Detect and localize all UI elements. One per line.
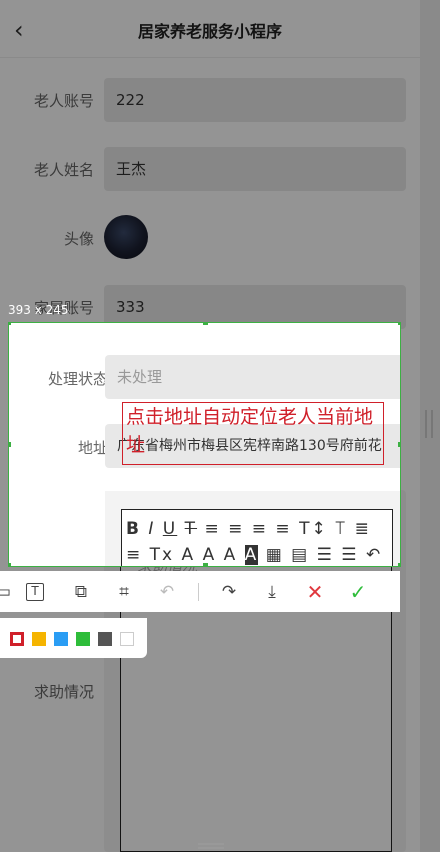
resize-handle[interactable] <box>203 323 208 325</box>
resize-handle[interactable] <box>9 563 11 566</box>
avatar[interactable] <box>104 215 148 259</box>
ocr-tool-icon[interactable]: ⌗ <box>113 581 135 603</box>
share-icon[interactable]: ↷ <box>218 581 240 603</box>
confirm-icon[interactable]: ✓ <box>347 581 369 603</box>
undo-icon[interactable]: ↶ <box>366 545 382 565</box>
resize-handle[interactable] <box>398 323 400 325</box>
bottom-drag-handle[interactable] <box>198 843 224 849</box>
align-center-icon[interactable]: ≡ <box>228 519 244 539</box>
status-field[interactable]: 未处理 <box>105 355 400 399</box>
color-swatch-red[interactable] <box>10 632 24 646</box>
nav-bar: ‹ 居家养老服务小程序 <box>0 0 420 58</box>
italic-icon[interactable]: I <box>148 519 155 539</box>
align-right-icon[interactable]: ≡ <box>252 519 268 539</box>
elder-account-label: 老人账号 <box>33 92 94 110</box>
color-swatch-green[interactable] <box>76 632 90 646</box>
undo-icon[interactable]: ↶ <box>156 581 178 603</box>
download-icon[interactable]: ⤓ <box>261 581 283 603</box>
font-color-icon[interactable]: A <box>224 545 238 565</box>
strikethrough-icon[interactable]: T <box>185 519 197 539</box>
color-swatch-blue[interactable] <box>54 632 68 646</box>
rectangle-tool-icon[interactable]: ▭ <box>0 581 14 603</box>
resize-handle[interactable] <box>203 563 208 566</box>
background-color-icon[interactable]: A <box>244 545 259 565</box>
status-label: 处理状态 <box>47 370 108 388</box>
help-label: 求助情况 <box>33 683 94 701</box>
mosaic-tool-icon[interactable]: ⧉ <box>70 581 92 603</box>
paragraph-spacing-icon[interactable]: ≣ <box>355 519 371 539</box>
cancel-icon[interactable]: ✕ <box>304 581 326 603</box>
font-size-icon[interactable]: T↕ <box>299 519 328 539</box>
address-label: 地址 <box>77 439 108 457</box>
capture-size-label: 393 x 245 <box>8 303 69 317</box>
indent-icon[interactable]: ≡ <box>126 545 142 565</box>
font-family-icon[interactable]: A <box>182 545 196 565</box>
ordered-list-icon[interactable]: ☰ <box>317 545 334 565</box>
elder-name-label: 老人姓名 <box>33 161 94 179</box>
elder-account-field[interactable]: 222 <box>104 78 406 122</box>
color-palette <box>0 618 147 658</box>
capture-toolbar: ▭ T ⧉ ⌗ ↶ ↷ ⤓ ✕ ✓ <box>0 571 400 612</box>
clear-format-icon[interactable]: Tx <box>150 545 174 565</box>
avatar-label: 头像 <box>63 230 94 248</box>
resize-handle[interactable] <box>398 563 400 566</box>
color-swatch-gray[interactable] <box>98 632 112 646</box>
text-tool-icon[interactable]: T <box>26 583 44 601</box>
annotation-text[interactable]: 点击地址自动定位老人当前地址 <box>126 403 388 459</box>
elder-name-field[interactable]: 王杰 <box>104 147 406 191</box>
toolbar-divider <box>198 583 199 601</box>
scrollbar-grip[interactable] <box>425 410 433 438</box>
align-justify-icon[interactable]: ≡ <box>275 519 291 539</box>
bold-icon[interactable]: B <box>126 519 141 539</box>
color-swatch-yellow[interactable] <box>32 632 46 646</box>
line-height-icon[interactable]: ⟙ <box>335 519 347 539</box>
underline-icon[interactable]: U <box>163 519 177 539</box>
editor-toolbar-visible[interactable]: B I U T ≡ ≡ ≡ ≡ T↕ ⟙ ≣ ≡ Tx A A A A ▦ ▤ … <box>121 509 393 566</box>
resize-handle[interactable] <box>9 323 11 325</box>
clipboard-icon[interactable]: ▤ <box>291 545 309 565</box>
calendar-icon[interactable]: ▦ <box>266 545 284 565</box>
color-swatch-white[interactable] <box>120 632 134 646</box>
unordered-list-icon[interactable]: ☰ <box>341 545 358 565</box>
editor-top: B I U T ≡ ≡ ≡ ≡ T↕ ⟙ ≣ ≡ Tx A A A A ▦ ▤ … <box>105 491 400 566</box>
page-title: 居家养老服务小程序 <box>137 22 282 41</box>
font-size-adjust-icon[interactable]: A <box>203 545 217 565</box>
align-left-icon[interactable]: ≡ <box>204 519 220 539</box>
resize-handle[interactable] <box>9 442 11 447</box>
resize-handle[interactable] <box>398 442 400 447</box>
